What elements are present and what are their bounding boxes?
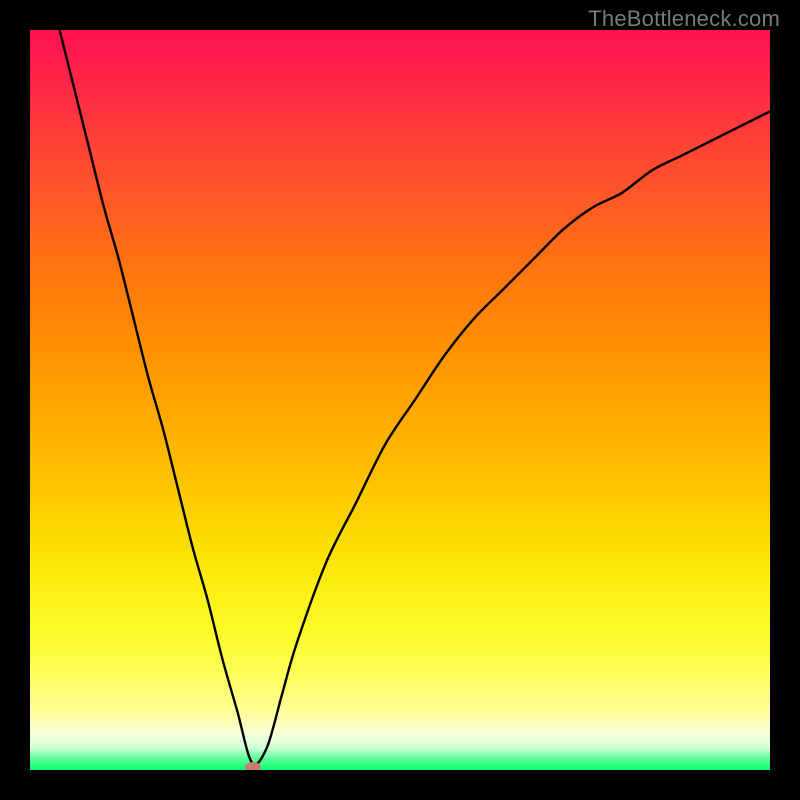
optimal-point-marker	[245, 762, 261, 770]
plot-area	[30, 30, 770, 770]
bottleneck-curve	[30, 30, 770, 770]
chart-frame: TheBottleneck.com	[0, 0, 800, 800]
watermark-text: TheBottleneck.com	[588, 6, 780, 32]
